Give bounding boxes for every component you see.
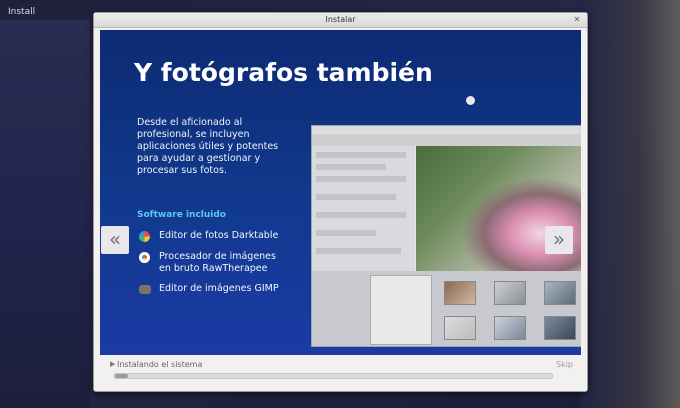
description-line: para ayudar a gestionar y [137,153,261,164]
desktop-background-right [580,0,680,408]
slide-indicator-dot [466,96,475,105]
screenshot-menubar [312,126,581,134]
software-heading: Software incluido [137,210,226,220]
previous-slide-button[interactable]: « [101,226,129,254]
slide-title: Y fotógrafos también [134,58,433,87]
window-titlebar: Instalar ✕ [94,13,587,28]
desktop-install-label[interactable]: Install [8,7,35,17]
slide-description: Desde el aficionado al profesional, se i… [137,117,307,177]
install-progress-section: ▶ Instalando el sistema Skip [100,357,581,383]
description-line: profesional, se incluyen [137,129,250,140]
software-label: Editor de imágenes GIMP [159,283,279,294]
progress-fill [115,374,129,378]
description-line: procesar sus fotos. [137,165,227,176]
desktop-background-left [0,20,90,408]
skip-button[interactable]: Skip [556,360,573,369]
installer-window: Instalar ✕ Y fotógrafos también Desde el… [93,12,588,392]
progress-bar [114,373,553,379]
darktable-screenshot [311,125,581,347]
expand-triangle-icon[interactable]: ▶ [110,360,115,368]
screenshot-toolbar [312,134,581,146]
software-label: Procesador de imágenes [159,251,276,262]
rawtherapee-icon [139,252,150,263]
screenshot-side-panel [312,146,415,271]
software-label: en bruto RawTherapee [159,263,268,274]
chevron-right-icon: » [552,227,566,251]
window-title: Instalar [325,15,356,24]
darktable-icon [139,231,150,242]
screenshot-thumbnail-area [312,271,581,346]
description-line: Desde el aficionado al [137,117,243,128]
software-label: Editor de fotos Darktable [159,230,279,241]
chevron-left-icon: « [108,227,122,251]
slideshow-panel: Y fotógrafos también Desde el aficionado… [100,30,581,355]
description-line: aplicaciones útiles y potentes [137,141,279,152]
next-slide-button[interactable]: » [545,226,573,254]
gimp-icon [139,285,151,294]
close-icon[interactable]: ✕ [573,16,581,24]
progress-label: Instalando el sistema [117,360,203,369]
